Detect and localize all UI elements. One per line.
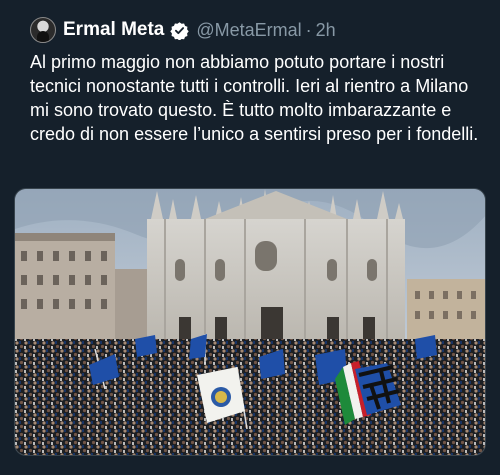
author-handle[interactable]: @MetaErmal bbox=[196, 20, 301, 41]
timestamp[interactable]: 2h bbox=[316, 20, 336, 41]
tweet-text: Al primo maggio non abbiamo potuto porta… bbox=[30, 52, 479, 144]
separator-dot: · bbox=[305, 19, 312, 40]
avatar[interactable] bbox=[30, 17, 56, 43]
tweet-header: Ermal Meta @MetaErmal · 2h bbox=[30, 14, 336, 46]
duomo-crowd-image bbox=[15, 189, 485, 455]
tweet-card[interactable]: Ermal Meta @MetaErmal · 2h Al primo magg… bbox=[0, 0, 500, 475]
author-name[interactable]: Ermal Meta bbox=[63, 19, 164, 41]
verified-badge-icon bbox=[170, 21, 190, 40]
tweet-photo[interactable] bbox=[14, 188, 486, 456]
